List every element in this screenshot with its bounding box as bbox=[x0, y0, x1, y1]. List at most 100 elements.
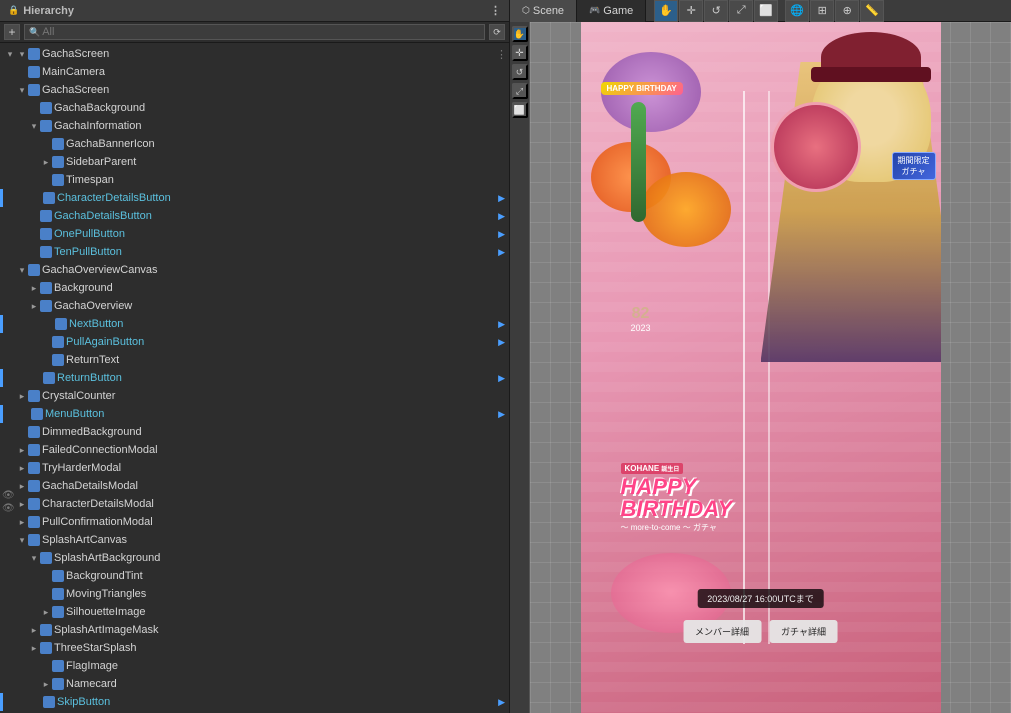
viewport-move-btn[interactable]: ✛ bbox=[512, 45, 528, 61]
list-item-three-star[interactable]: ▸ ThreeStarSplash bbox=[0, 639, 509, 657]
list-item-splash-mask[interactable]: ▸ SplashArtImageMask bbox=[0, 621, 509, 639]
list-item-char-details-btn[interactable]: ▸ CharacterDetailsButton ▶ bbox=[0, 189, 509, 207]
list-item-gacha-bg[interactable]: ▸ GachaBackground bbox=[0, 99, 509, 117]
expand-icon-cdm: ▸ bbox=[16, 498, 28, 510]
list-item-namecard[interactable]: ▸ Namecard bbox=[0, 675, 509, 693]
item-label-next-btn: NextButton bbox=[69, 318, 123, 330]
eye-icon-1[interactable]: 👁 bbox=[2, 490, 15, 501]
happy-bday-mini-badge: HAPPY BIRTHDAY bbox=[601, 82, 683, 95]
tab-scene-label: Scene bbox=[533, 5, 564, 17]
date-stamp: 82 2023 bbox=[631, 305, 651, 333]
list-item-silhouette[interactable]: ▸ SilhouetteImage bbox=[0, 603, 509, 621]
cube-icon-gbg bbox=[40, 102, 52, 114]
nav-arrow-pab[interactable]: ▶ bbox=[498, 337, 505, 348]
cube-icon-gs2 bbox=[28, 84, 40, 96]
tab-scene[interactable]: ⬡ Scene bbox=[510, 0, 577, 22]
list-item-return-btn[interactable]: ▸ ReturnButton ▶ bbox=[0, 369, 509, 387]
list-item-gacha-info[interactable]: ▾ GachaInformation bbox=[0, 117, 509, 135]
grid-view-button[interactable]: ⊞ bbox=[810, 0, 834, 22]
scene-game-panel: ⬡ Scene 🎮 Game ✋ ✛ ↺ ⤢ ⬜ 🌐 ⊞ bbox=[510, 0, 1011, 713]
list-item-crystal-counter[interactable]: ▸ CrystalCounter bbox=[0, 387, 509, 405]
list-item-background[interactable]: ▸ Background bbox=[0, 279, 509, 297]
nav-arrow-gdb[interactable]: ▶ bbox=[498, 211, 505, 222]
globe-view-button[interactable]: 🌐 bbox=[785, 0, 809, 22]
cube-icon bbox=[28, 48, 40, 60]
list-item-moving-triangles[interactable]: ▸ MovingTriangles bbox=[0, 585, 509, 603]
list-item-splash-canvas[interactable]: ▾ SplashArtCanvas bbox=[0, 531, 509, 549]
cube-icon-saim bbox=[40, 624, 52, 636]
list-item-one-pull-btn[interactable]: ▸ OnePullButton ▶ bbox=[0, 225, 509, 243]
item-label-background: Background bbox=[54, 282, 113, 294]
cube-icon-sab bbox=[40, 552, 52, 564]
hand-tool-button[interactable]: ✋ bbox=[654, 0, 678, 22]
list-item-flag-image[interactable]: ▸ FlagImage bbox=[0, 657, 509, 675]
rotate-tool-button[interactable]: ↺ bbox=[704, 0, 728, 22]
refresh-button[interactable]: ⟳ bbox=[489, 24, 505, 40]
cube-icon-tpb bbox=[40, 246, 52, 258]
cube-icon-cdm bbox=[28, 498, 40, 510]
hierarchy-lock-icon: 🔒 bbox=[8, 5, 19, 16]
expand-icon-ginfo: ▾ bbox=[28, 120, 40, 132]
viewport-rect-btn[interactable]: ⬜ bbox=[512, 102, 528, 118]
list-item-pull-modal[interactable]: ▸ PullConfirmationModal bbox=[0, 513, 509, 531]
viewport-hand-btn[interactable]: ✋ bbox=[512, 26, 528, 42]
list-item-next-btn[interactable]: ▸ NextButton ▶ bbox=[0, 315, 509, 333]
list-item-bg-tint[interactable]: ▸ BackgroundTint bbox=[0, 567, 509, 585]
tree-root-expand[interactable]: ▾ ▾ GachaScreen ⋮ bbox=[0, 45, 509, 63]
rect-tool-button[interactable]: ⬜ bbox=[754, 0, 778, 22]
item-label-return-btn: ReturnButton bbox=[57, 372, 122, 384]
list-item-banner-icon[interactable]: ▸ GachaBannerIcon bbox=[0, 135, 509, 153]
list-item-ten-pull-btn[interactable]: ▸ TenPullButton ▶ bbox=[0, 243, 509, 261]
tab-game[interactable]: 🎮 Game bbox=[577, 0, 646, 22]
cube-icon-gdb bbox=[40, 210, 52, 222]
expand-icon-thm: ▸ bbox=[16, 462, 28, 474]
viewport-scale-btn[interactable]: ⤢ bbox=[512, 83, 528, 99]
item-label-return-text: ReturnText bbox=[66, 354, 119, 366]
add-object-button[interactable]: + bbox=[4, 24, 20, 40]
member-details-button[interactable]: メンバー詳細 bbox=[683, 620, 761, 643]
eye-icons-group: 👁 👁 bbox=[2, 490, 15, 514]
hierarchy-ellipsis-icon[interactable]: ⋮ bbox=[490, 4, 501, 17]
cube-icon-bgt bbox=[52, 570, 64, 582]
list-item-pull-again-btn[interactable]: ▸ PullAgainButton ▶ bbox=[0, 333, 509, 351]
cube-icon-cc bbox=[28, 390, 40, 402]
gizmo-button[interactable]: ⊕ bbox=[835, 0, 859, 22]
nav-arrow-opb[interactable]: ▶ bbox=[498, 229, 505, 240]
ruler-button[interactable]: 📏 bbox=[860, 0, 884, 22]
nav-arrow-tpb[interactable]: ▶ bbox=[498, 247, 505, 258]
nav-arrow-nb[interactable]: ▶ bbox=[498, 319, 505, 330]
gacha-details-button[interactable]: ガチャ詳細 bbox=[769, 620, 838, 643]
list-item-gacha-details-btn[interactable]: ▸ GachaDetailsButton ▶ bbox=[0, 207, 509, 225]
nav-arrow-mb[interactable]: ▶ bbox=[498, 409, 505, 420]
list-item-failed-modal[interactable]: ▸ FailedConnectionModal bbox=[0, 441, 509, 459]
list-item-gachascreen-child[interactable]: ▾ GachaScreen bbox=[0, 81, 509, 99]
scale-tool-button[interactable]: ⤢ bbox=[729, 0, 753, 22]
cube-icon-sb bbox=[52, 156, 64, 168]
expand-icon-nc: ▸ bbox=[40, 678, 52, 690]
list-item-skip-btn[interactable]: ▸ SkipButton ▶ bbox=[0, 693, 509, 711]
list-item-char-modal[interactable]: ▸ CharacterDetailsModal bbox=[0, 495, 509, 513]
list-item-splash-bg[interactable]: ▾ SplashArtBackground bbox=[0, 549, 509, 567]
nav-arrow-cdb[interactable]: ▶ bbox=[498, 193, 505, 204]
list-item-try-harder[interactable]: ▸ TryHarderModal bbox=[0, 459, 509, 477]
list-item-sidebar-parent[interactable]: ▸ SidebarParent bbox=[0, 153, 509, 171]
cube-icon-pcm bbox=[28, 516, 40, 528]
list-item-timespan[interactable]: ▸ Timespan bbox=[0, 171, 509, 189]
list-item-gacha-modal[interactable]: ▸ GachaDetailsModal bbox=[0, 477, 509, 495]
list-item-menu-btn[interactable]: ▸ MenuButton ▶ bbox=[0, 405, 509, 423]
item-label-gs2: GachaScreen bbox=[42, 84, 109, 96]
item-label-flag-image: FlagImage bbox=[66, 660, 118, 672]
item-options-icon[interactable]: ⋮ bbox=[496, 48, 507, 61]
list-item-return-text[interactable]: ▸ ReturnText bbox=[0, 351, 509, 369]
list-item-overview-canvas[interactable]: ▾ GachaOverviewCanvas bbox=[0, 261, 509, 279]
move-tool-button[interactable]: ✛ bbox=[679, 0, 703, 22]
list-item-dimmed-bg[interactable]: ▸ DimmedBackground bbox=[0, 423, 509, 441]
eye-icon-2[interactable]: 👁 bbox=[2, 503, 15, 514]
nav-arrow-rb[interactable]: ▶ bbox=[498, 373, 505, 384]
list-item-gacha-overview[interactable]: ▸ GachaOverview bbox=[0, 297, 509, 315]
hierarchy-search-input[interactable] bbox=[42, 26, 480, 38]
nav-arrow-skip[interactable]: ▶ bbox=[498, 697, 505, 708]
viewport-rotate-btn[interactable]: ↺ bbox=[512, 64, 528, 80]
item-label-silhouette: SilhouetteImage bbox=[66, 606, 146, 618]
list-item-main-camera[interactable]: ▸ MainCamera bbox=[0, 63, 509, 81]
